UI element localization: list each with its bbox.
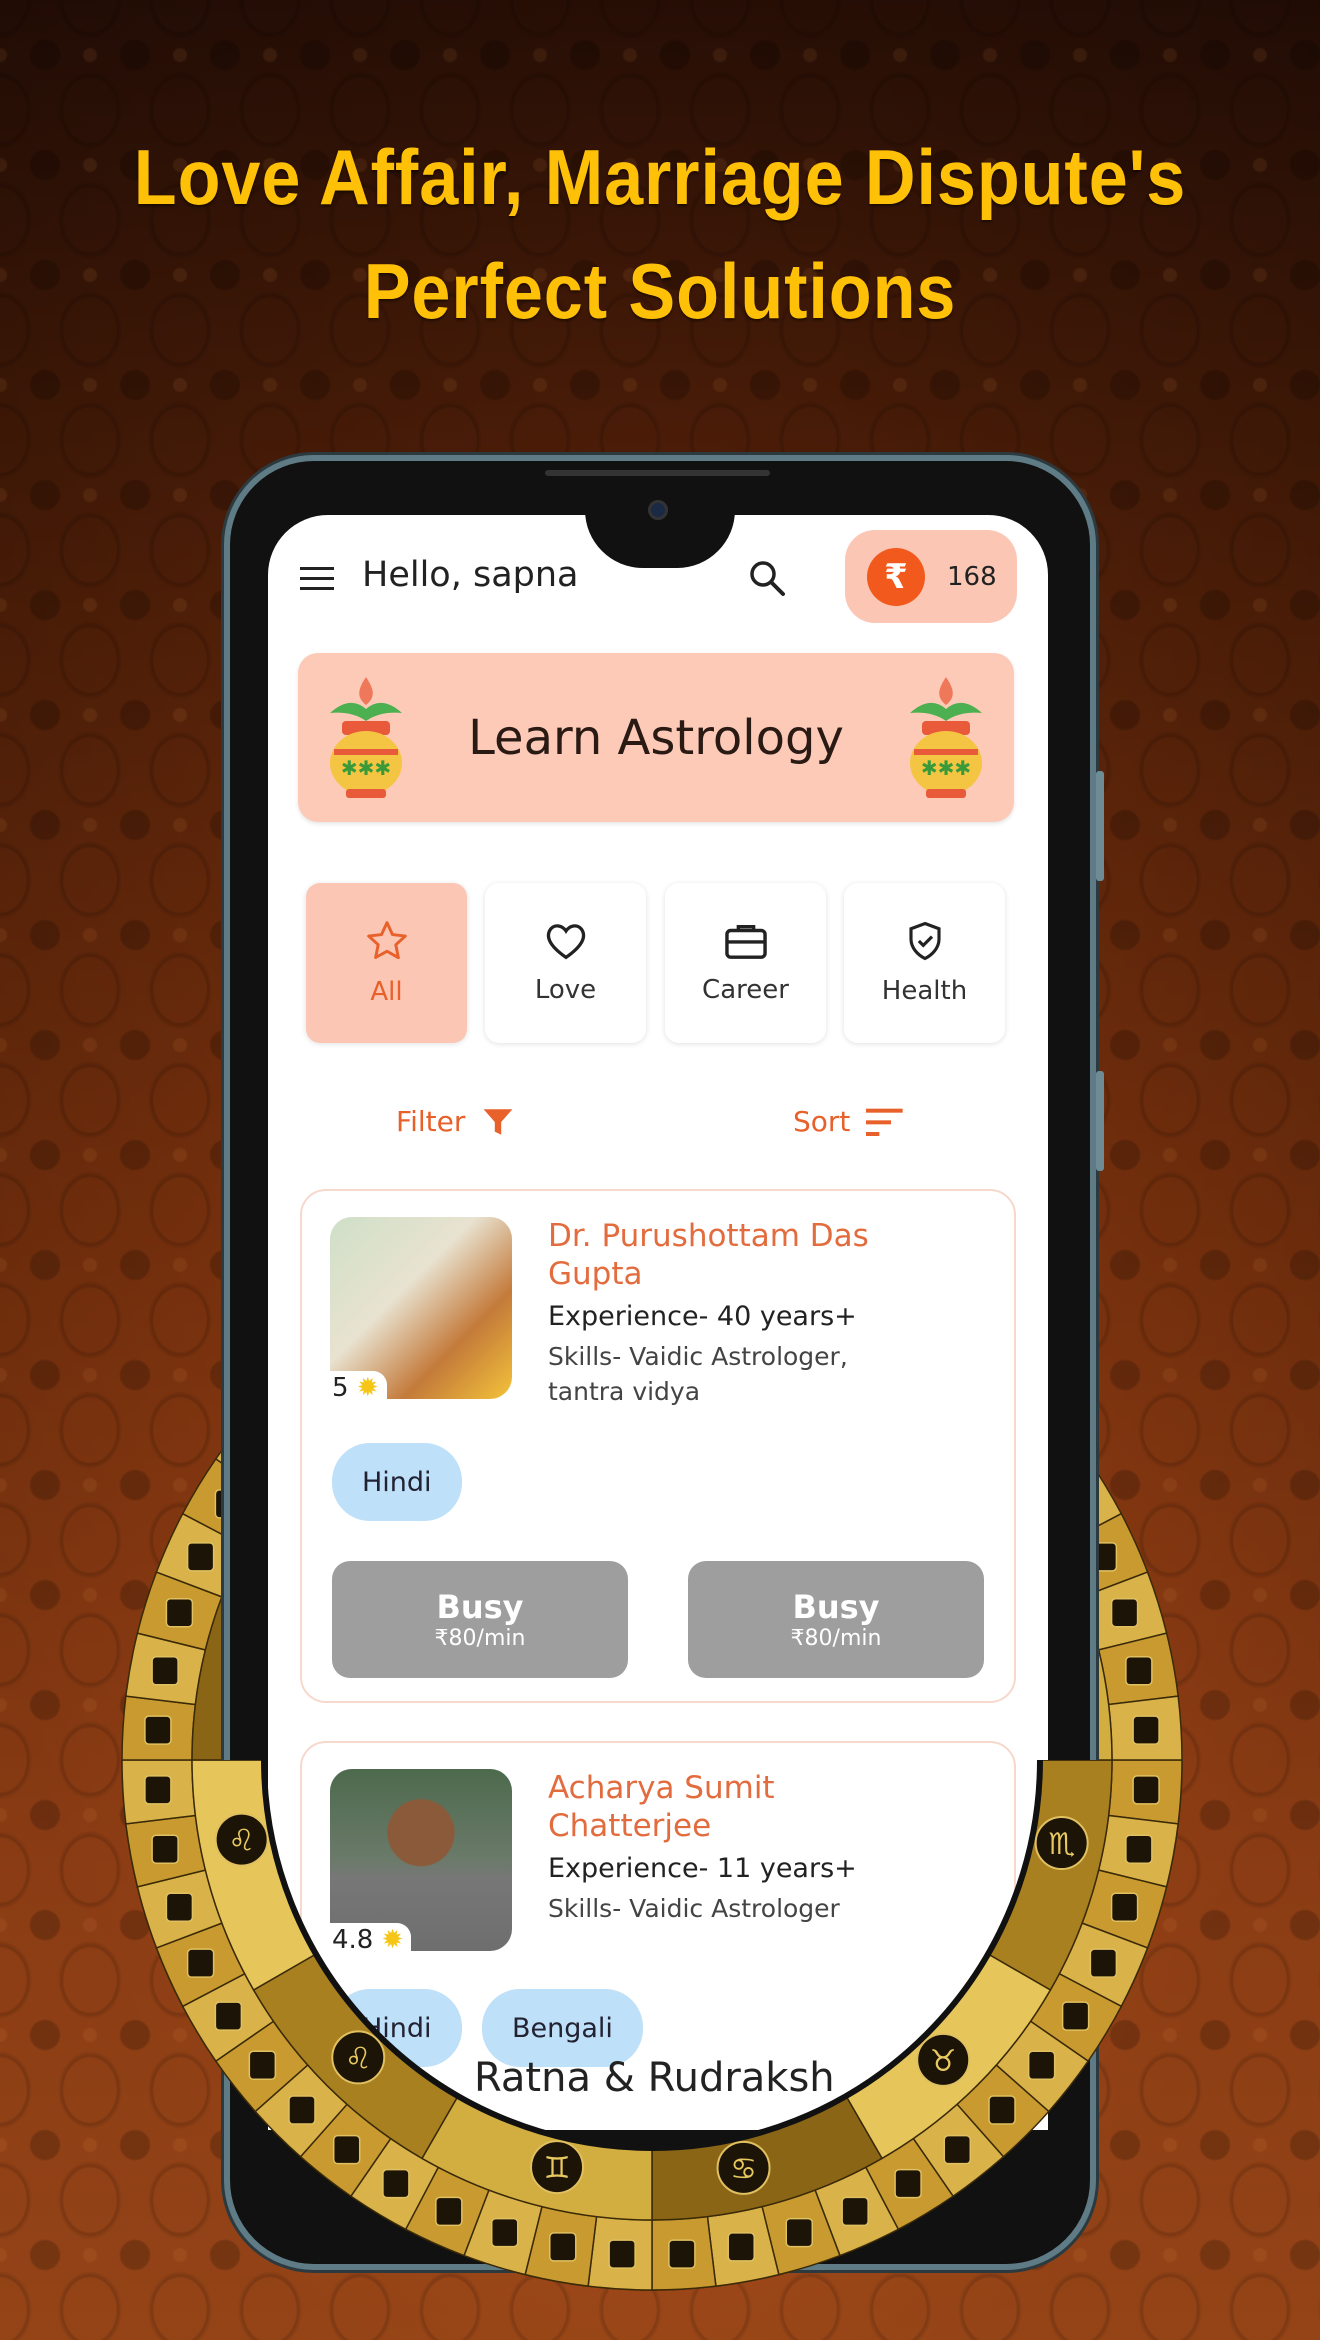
filter-icon [483,1108,513,1135]
astrologer-card[interactable]: 5 ✹ Dr. Purushottam Das Gupta Experience… [300,1189,1016,1703]
svg-text:✱✱✱: ✱✱✱ [921,756,971,780]
search-icon[interactable] [748,559,788,599]
language-chip: Hindi [332,1443,462,1521]
category-label: Career [702,975,789,1005]
svg-text:✱✱✱: ✱✱✱ [341,756,391,780]
rating: 5 ✹ [330,1371,387,1403]
shield-check-icon [908,921,941,961]
category-health[interactable]: Health [844,883,1005,1043]
wallet-button[interactable]: ₹ 168 [845,530,1017,623]
speaker-grille [545,470,770,476]
call-button[interactable]: Busy ₹80/min [688,1561,984,1678]
filter-button[interactable]: Filter [396,1105,515,1138]
learn-astrology-banner[interactable]: ✱✱✱ Learn Astrology ✱✱✱ [298,653,1014,822]
chat-button[interactable]: Busy ₹80/min [332,1561,628,1678]
astrologer-name[interactable]: Acharya Sumit Chatterjee [548,1769,848,1845]
section-title-ratna-rudraksh: Ratna & Rudraksh [474,2055,835,2101]
skills: Skills- Vaidic Astrologer [548,1894,840,1923]
star-icon: ✹ [356,1373,379,1403]
front-camera [648,500,668,520]
filter-label: Filter [396,1105,466,1138]
language-chip: Hindi [332,1989,462,2067]
wallet-balance: 168 [947,561,997,592]
heart-icon [546,924,585,960]
headline-line-2: Perfect Solutions [363,247,957,335]
category-label: Health [881,976,968,1006]
headline-line-1: Love Affair, Marriage Dispute's [133,133,1187,221]
kalash-icon: ✱✱✱ [910,677,982,798]
briefcase-icon [724,925,767,959]
star-icon [366,921,407,960]
rupee-icon: ₹ [867,547,925,606]
category-label: All [370,977,403,1007]
astrologer-name[interactable]: Dr. Purushottam Das Gupta [548,1217,948,1293]
category-all[interactable]: All [306,883,467,1043]
app-screen: Hello, sapna ₹ 168 ✱✱✱ Learn Astrology ✱… [268,515,1048,2130]
category-label: Love [534,975,597,1005]
sort-label: Sort [793,1105,851,1138]
skills: Skills- Vaidic Astrologer, tantra vidya [548,1342,848,1406]
category-career[interactable]: Career [665,883,826,1043]
greeting: Hello, sapna [362,555,579,595]
hamburger-icon[interactable] [300,565,336,593]
star-icon: ✹ [381,1925,404,1955]
sort-icon [866,1108,904,1136]
category-love[interactable]: Love [485,883,646,1043]
rating: 4.8 ✹ [330,1923,412,1955]
banner-title: Learn Astrology [468,709,844,766]
experience: Experience- 40 years+ [548,1301,857,1332]
kalash-icon: ✱✱✱ [330,677,402,798]
sort-button[interactable]: Sort [793,1105,906,1138]
experience: Experience- 11 years+ [548,1853,857,1884]
